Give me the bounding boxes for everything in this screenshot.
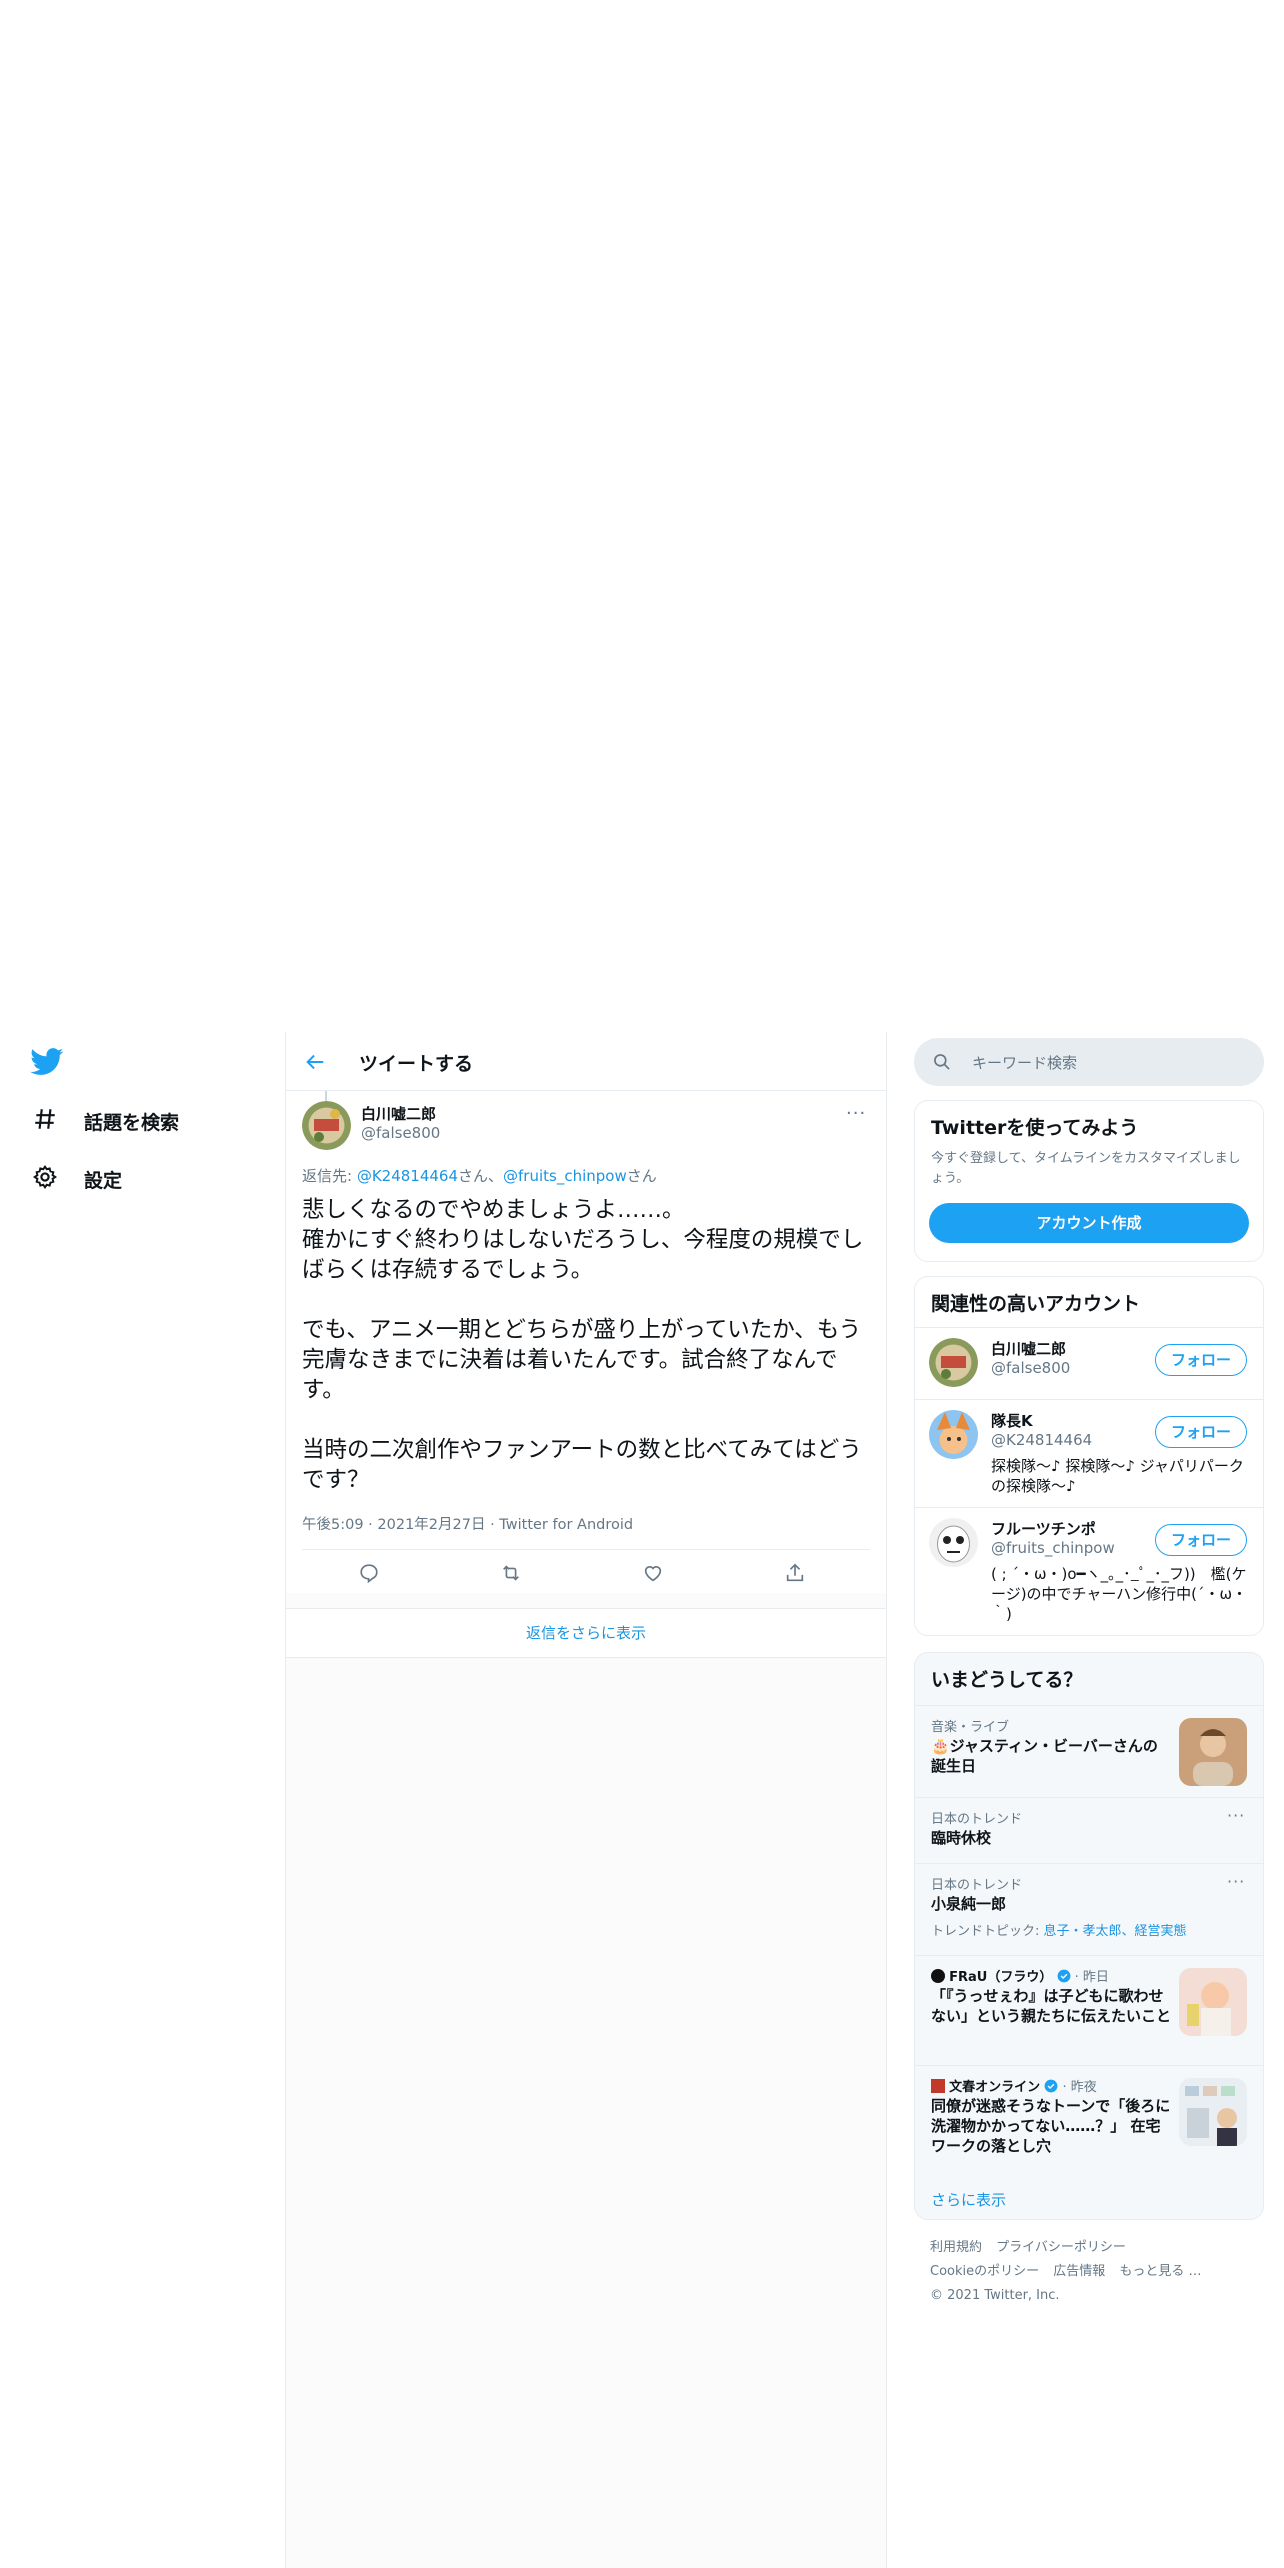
news-item[interactable]: FRaU（フラウ） · 昨日 「『うっせぇわ』は子どもに歌わせない」という親たち… xyxy=(915,1955,1263,2066)
trend-item[interactable]: 日本のトレンド 臨時休校 ··· xyxy=(915,1797,1263,1864)
footer: 利用規約 プライバシーポリシー Cookieのポリシー 広告情報 もっと見る …… xyxy=(930,2236,1212,2308)
trend-title: 🎂ジャスティン・ビーバーさんの誕生日 xyxy=(931,1737,1158,1775)
account-handle: @K24814464 xyxy=(991,1431,1093,1449)
trend-category: 音楽・ライブ xyxy=(931,1720,1010,1735)
trends-title: いまどうしてる？ xyxy=(931,1669,1083,1691)
verified-icon xyxy=(1057,1969,1070,1983)
who-to-follow-card: 関連性の高いアカウント 白川嘘二郎 @false800 フォロー 隊長K @K2… xyxy=(914,1276,1264,1636)
show-more-replies[interactable]: 返信をさらに表示 xyxy=(286,1608,886,1658)
trend-title: 臨時休校 xyxy=(931,1829,992,1847)
avatar[interactable] xyxy=(929,1338,978,1387)
account-bio: 探検隊～♪ 探検隊～♪ ジャパリパークの探検隊～♪ xyxy=(991,1457,1244,1495)
create-account-button[interactable]: アカウント作成 xyxy=(929,1203,1249,1243)
search-input[interactable]: キーワード検索 xyxy=(972,1052,1077,1073)
hashtag-icon xyxy=(32,1106,58,1137)
news-time: · 昨夜 xyxy=(1062,2080,1097,2095)
news-title: 同僚が迷惑そうなトーンで「後ろに洗濯物かかってない……？」 在宅ワークの落とし穴 xyxy=(931,2097,1171,2155)
reply-context: 返信先: @K24814464さん、@fruits_chinpowさん xyxy=(302,1165,657,1186)
gear-icon xyxy=(32,1164,58,1195)
more-icon[interactable]: ··· xyxy=(1227,1806,1245,1825)
trend-title: 小泉純一郎 xyxy=(931,1895,1007,1913)
avatar[interactable] xyxy=(302,1101,351,1150)
account-name: フルーツチンポ xyxy=(991,1520,1096,1538)
account-name: 白川嘘二郎 xyxy=(991,1340,1067,1358)
nav-explore-label: 話題を検索 xyxy=(84,1112,180,1134)
copyright: © 2021 Twitter, Inc. xyxy=(930,2288,1060,2303)
tweet-text: 悲しくなるのでやめましょうよ……。 確かにすぐ終わりはしないだろうし、今程度の規… xyxy=(302,1197,864,1493)
account-item[interactable]: 隊長K @K24814464 フォロー 探検隊～♪ 探検隊～♪ ジャパリパークの… xyxy=(915,1399,1263,1508)
verified-icon xyxy=(1044,2079,1058,2093)
search-icon xyxy=(934,1054,950,1070)
footer-link[interactable]: 広告情報 xyxy=(1053,2264,1105,2279)
page-header: ツイートする xyxy=(286,1032,886,1091)
more-icon[interactable]: ··· xyxy=(846,1103,866,1124)
trend-item[interactable]: 音楽・ライブ 🎂ジャスティン・ビーバーさんの誕生日 xyxy=(915,1705,1263,1798)
trends-show-more[interactable]: さらに表示 xyxy=(931,2189,1006,2210)
nav-settings[interactable]: 設定 xyxy=(32,1164,122,1195)
tweet-meta[interactable]: 午後5:09 · 2021年2月27日 · Twitter for Androi… xyxy=(302,1513,633,1534)
avatar[interactable] xyxy=(929,1518,978,1567)
news-source-line: 文春オンライン · 昨夜 xyxy=(931,2076,1097,2095)
news-source: FRaU（フラウ） xyxy=(949,1970,1053,1985)
reply-sep: さん、 xyxy=(458,1167,504,1185)
account-handle: @fruits_chinpow xyxy=(991,1539,1115,1557)
account-item[interactable]: 白川嘘二郎 @false800 フォロー xyxy=(915,1327,1263,1400)
news-source-icon xyxy=(931,2079,945,2093)
news-title: 「『うっせぇわ』は子どもに歌わせない」という親たちに伝えたいこと xyxy=(931,1987,1172,2025)
news-thumbnail xyxy=(1179,2078,1247,2146)
thread-line xyxy=(325,1091,327,1101)
account-item[interactable]: フルーツチンポ @fruits_chinpow フォロー ( ; ´・ω・)o━… xyxy=(915,1507,1263,1635)
follow-button[interactable]: フォロー xyxy=(1155,1344,1247,1376)
footer-link[interactable]: 利用規約 xyxy=(930,2240,982,2255)
signup-card: Twitterを使ってみよう 今すぐ登録して、タイムラインをカスタマイズしましょ… xyxy=(914,1100,1264,1262)
reply-prefix: 返信先: xyxy=(302,1167,357,1185)
account-handle: @false800 xyxy=(991,1359,1071,1377)
share-icon[interactable] xyxy=(784,1562,806,1584)
twitter-bird-icon[interactable] xyxy=(30,1048,64,1076)
back-arrow-icon[interactable] xyxy=(304,1051,326,1073)
reply-icon[interactable] xyxy=(358,1562,380,1584)
reply-suffix: さん xyxy=(626,1167,657,1185)
tweet-actions xyxy=(302,1549,870,1594)
reply-user-link[interactable]: @K24814464 xyxy=(357,1167,458,1185)
footer-link[interactable]: プライバシーポリシー xyxy=(996,2240,1126,2255)
trend-topics-prefix: トレンドトピック: xyxy=(931,1924,1044,1939)
search-box[interactable]: キーワード検索 xyxy=(914,1038,1264,1086)
footer-link[interactable]: もっと見る … xyxy=(1119,2264,1201,2279)
avatar[interactable] xyxy=(929,1410,978,1459)
follow-button[interactable]: フォロー xyxy=(1155,1524,1247,1556)
news-thumbnail xyxy=(1179,1968,1247,2036)
trend-category: 日本のトレンド xyxy=(931,1878,1023,1893)
news-time: · 昨日 xyxy=(1074,1970,1109,1985)
news-source-icon xyxy=(931,1969,945,1983)
account-name: 隊長K xyxy=(991,1412,1033,1430)
signup-desc: 今すぐ登録して、タイムラインをカスタマイズしましょう。 xyxy=(931,1151,1241,1186)
reply-user-link[interactable]: @fruits_chinpow xyxy=(503,1167,627,1185)
tweet-detail: 白川嘘二郎 @false800 ··· 返信先: @K24814464さん、@f… xyxy=(286,1091,886,1593)
nav-settings-label: 設定 xyxy=(84,1170,123,1192)
news-item[interactable]: 文春オンライン · 昨夜 同僚が迷惑そうなトーンで「後ろに洗濯物かかってない……… xyxy=(915,2065,1263,2176)
trends-card: いまどうしてる？ 音楽・ライブ 🎂ジャスティン・ビーバーさんの誕生日 日本のトレ… xyxy=(914,1652,1264,2220)
trend-item[interactable]: 日本のトレンド 小泉純一郎 ··· トレンドトピック: 息子・孝太郎、経営実態 xyxy=(915,1863,1263,1956)
like-icon[interactable] xyxy=(642,1562,664,1584)
signup-title: Twitterを使ってみよう xyxy=(931,1117,1139,1139)
footer-link[interactable]: Cookieのポリシー xyxy=(930,2264,1039,2279)
news-source: 文春オンライン xyxy=(949,2080,1041,2095)
who-to-follow-title: 関連性の高いアカウント xyxy=(931,1293,1141,1315)
account-bio: ( ; ´・ω・)o━ヽ_｡_･_ﾟ_･_フ)) 檻(ケージ)の中でチャーハン修… xyxy=(991,1565,1248,1623)
author-name[interactable]: 白川嘘二郎 xyxy=(361,1103,436,1124)
news-source-line: FRaU（フラウ） · 昨日 xyxy=(931,1966,1109,1985)
trend-topics: トレンドトピック: 息子・孝太郎、経営実態 xyxy=(931,1920,1187,1939)
nav-explore[interactable]: 話題を検索 xyxy=(32,1106,179,1137)
retweet-icon[interactable] xyxy=(500,1562,522,1584)
author-handle[interactable]: @false800 xyxy=(361,1124,440,1142)
trend-thumbnail xyxy=(1179,1718,1247,1786)
main-column: ツイートする 白川嘘二郎 @false800 ··· 返信先: @K248144… xyxy=(285,1032,887,2568)
trend-topics-links[interactable]: 息子・孝太郎、経営実態 xyxy=(1044,1924,1187,1939)
page-title: ツイートする xyxy=(359,1053,474,1075)
follow-button[interactable]: フォロー xyxy=(1155,1416,1247,1448)
more-icon[interactable]: ··· xyxy=(1227,1872,1245,1891)
trend-category: 日本のトレンド xyxy=(931,1812,1023,1827)
